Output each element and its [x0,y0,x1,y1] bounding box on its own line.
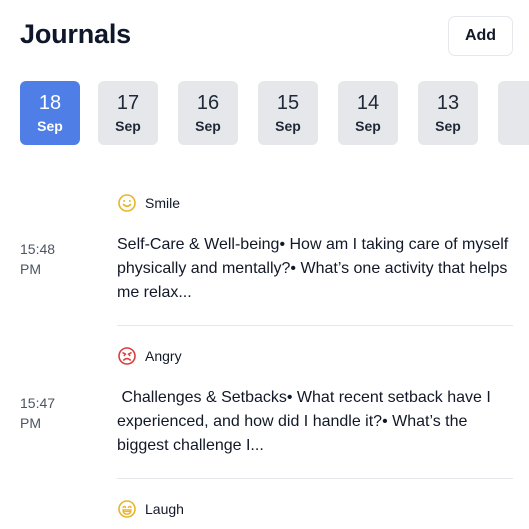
date-day: 18 [38,91,62,114]
entry-divider [117,478,513,479]
smile-face-icon [118,194,136,212]
date-day: 14 [356,91,380,114]
laugh-face-icon [118,500,136,518]
date-card-15-sep[interactable]: 15 Sep [258,81,318,145]
mood-tag: Angry [117,346,182,366]
entry-time-period: PM [20,415,41,431]
mood-label: Angry [145,348,182,364]
entry-time-period: PM [20,261,41,277]
date-card-13-sep[interactable]: 13 Sep [418,81,478,145]
date-month: Sep [37,117,63,134]
date-selector: 18 Sep 17 Sep 16 Sep 15 Sep 14 Sep 13 Se… [20,81,529,145]
date-card-14-sep[interactable]: 14 Sep [338,81,398,145]
date-day: 15 [276,91,300,114]
mood-tag: Smile [117,193,180,213]
date-day: 16 [196,91,220,114]
mood-tag: Laugh [117,499,184,519]
date-month: Sep [355,117,381,134]
date-card-17-sep[interactable]: 17 Sep [98,81,158,145]
entry-time: 15:47 PM [20,393,80,433]
entry-time-value: 15:48 [20,241,56,257]
date-month: Sep [275,117,301,134]
date-card-partial[interactable] [498,81,529,145]
entry-preview-text[interactable]: Self-Care & Well-being• How am I taking … [117,233,513,305]
add-journal-button[interactable]: Add [448,16,513,56]
page-header: Journals Add [20,16,513,56]
mood-label: Smile [145,195,181,211]
date-day: 13 [436,91,460,114]
entry-time-value: 15:47 [20,395,56,411]
entry-divider [117,325,513,326]
angry-face-icon [118,347,136,365]
date-month: Sep [115,117,141,134]
date-card-16-sep[interactable]: 16 Sep [178,81,238,145]
mood-label: Laugh [145,501,184,517]
date-day: 17 [116,91,140,114]
page-title: Journals [20,19,131,49]
date-month: Sep [195,117,221,134]
date-month: Sep [435,117,461,134]
entry-preview-text[interactable]: Challenges & Setbacks• What recent setba… [117,386,513,458]
entry-time: 15:48 PM [20,239,80,279]
date-card-18-sep[interactable]: 18 Sep [20,81,80,145]
